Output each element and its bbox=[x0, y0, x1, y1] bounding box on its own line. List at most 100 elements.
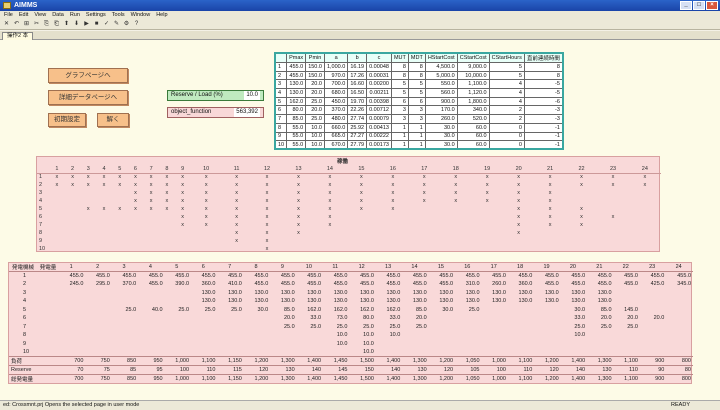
schedule-cell[interactable]: x bbox=[440, 189, 471, 197]
schedule-cell[interactable] bbox=[471, 229, 502, 237]
schedule-cell[interactable] bbox=[471, 205, 502, 213]
schedule-cell[interactable]: x bbox=[112, 181, 128, 189]
schedule-cell[interactable]: x bbox=[283, 229, 314, 237]
schedule-cell[interactable] bbox=[128, 221, 144, 229]
schedule-cell[interactable]: x bbox=[190, 181, 221, 189]
schedule-cell[interactable]: x bbox=[377, 205, 408, 213]
toolbar-icon[interactable]: ⬇ bbox=[73, 21, 80, 28]
toolbar-icon[interactable]: ▶ bbox=[83, 21, 90, 28]
toolbar-icon[interactable]: ⎘ bbox=[43, 21, 50, 28]
schedule-cell[interactable] bbox=[96, 197, 112, 205]
schedule-cell[interactable] bbox=[65, 245, 81, 253]
schedule-cell[interactable]: x bbox=[49, 173, 65, 181]
schedule-cell[interactable] bbox=[409, 221, 440, 229]
schedule-cell[interactable]: x bbox=[143, 205, 159, 213]
schedule-cell[interactable] bbox=[49, 205, 65, 213]
schedule-cell[interactable]: x bbox=[175, 213, 191, 221]
schedule-cell[interactable] bbox=[112, 237, 128, 245]
schedule-cell[interactable] bbox=[96, 213, 112, 221]
schedule-cell[interactable]: x bbox=[283, 181, 314, 189]
schedule-cell[interactable]: x bbox=[471, 189, 502, 197]
schedule-cell[interactable]: x bbox=[440, 181, 471, 189]
tab-page[interactable]: 操作2 本 bbox=[2, 32, 34, 40]
toolbar-icon[interactable]: ? bbox=[133, 21, 140, 28]
schedule-cell[interactable]: x bbox=[409, 173, 440, 181]
schedule-cell[interactable]: x bbox=[534, 197, 565, 205]
schedule-cell[interactable] bbox=[143, 229, 159, 237]
schedule-cell[interactable] bbox=[377, 237, 408, 245]
schedule-cell[interactable]: x bbox=[534, 173, 565, 181]
schedule-cell[interactable]: x bbox=[128, 181, 144, 189]
schedule-cell[interactable]: x bbox=[143, 197, 159, 205]
schedule-cell[interactable] bbox=[222, 245, 251, 253]
schedule-cell[interactable]: x bbox=[190, 213, 221, 221]
schedule-cell[interactable]: x bbox=[346, 173, 377, 181]
schedule-cell[interactable]: x bbox=[96, 181, 112, 189]
schedule-cell[interactable] bbox=[159, 229, 175, 237]
schedule-cell[interactable] bbox=[49, 197, 65, 205]
schedule-cell[interactable] bbox=[96, 221, 112, 229]
schedule-cell[interactable] bbox=[283, 237, 314, 245]
toolbar-icon[interactable]: ✎ bbox=[113, 21, 120, 28]
schedule-cell[interactable] bbox=[597, 229, 628, 237]
schedule-cell[interactable]: x bbox=[222, 237, 251, 245]
schedule-cell[interactable]: x bbox=[80, 181, 96, 189]
schedule-cell[interactable] bbox=[597, 237, 628, 245]
schedule-cell[interactable] bbox=[440, 237, 471, 245]
schedule-cell[interactable]: x bbox=[251, 237, 282, 245]
schedule-cell[interactable] bbox=[629, 205, 661, 213]
toolbar-icon[interactable]: ⬆ bbox=[63, 21, 70, 28]
schedule-cell[interactable] bbox=[377, 221, 408, 229]
schedule-cell[interactable] bbox=[112, 197, 128, 205]
schedule-cell[interactable] bbox=[346, 245, 377, 253]
schedule-cell[interactable] bbox=[65, 197, 81, 205]
schedule-cell[interactable]: x bbox=[128, 205, 144, 213]
schedule-cell[interactable] bbox=[65, 205, 81, 213]
schedule-cell[interactable] bbox=[346, 221, 377, 229]
schedule-cell[interactable]: x bbox=[597, 181, 628, 189]
schedule-cell[interactable]: x bbox=[65, 173, 81, 181]
schedule-cell[interactable]: x bbox=[251, 213, 282, 221]
schedule-cell[interactable] bbox=[629, 213, 661, 221]
toolbar-icon[interactable]: ✂ bbox=[33, 21, 40, 28]
schedule-cell[interactable]: x bbox=[409, 189, 440, 197]
schedule-cell[interactable]: x bbox=[314, 181, 345, 189]
schedule-cell[interactable]: x bbox=[409, 197, 440, 205]
schedule-cell[interactable] bbox=[112, 221, 128, 229]
minimize-button[interactable]: _ bbox=[680, 1, 692, 10]
schedule-cell[interactable] bbox=[65, 229, 81, 237]
menu-item[interactable]: Settings bbox=[86, 11, 106, 20]
schedule-cell[interactable] bbox=[377, 229, 408, 237]
schedule-cell[interactable]: x bbox=[566, 221, 597, 229]
menu-item[interactable]: Window bbox=[131, 11, 151, 20]
schedule-cell[interactable] bbox=[112, 189, 128, 197]
schedule-cell[interactable] bbox=[377, 213, 408, 221]
schedule-cell[interactable] bbox=[143, 237, 159, 245]
schedule-cell[interactable]: x bbox=[251, 181, 282, 189]
schedule-cell[interactable] bbox=[503, 245, 534, 253]
schedule-cell[interactable]: x bbox=[175, 197, 191, 205]
schedule-cell[interactable] bbox=[128, 237, 144, 245]
schedule-cell[interactable]: x bbox=[159, 173, 175, 181]
schedule-cell[interactable] bbox=[629, 197, 661, 205]
reserve-load-value[interactable]: 10.0 bbox=[244, 91, 260, 100]
schedule-cell[interactable]: x bbox=[143, 173, 159, 181]
menu-item[interactable]: Edit bbox=[19, 11, 28, 20]
schedule-cell[interactable] bbox=[159, 221, 175, 229]
schedule-cell[interactable]: x bbox=[377, 173, 408, 181]
schedule-cell[interactable]: x bbox=[175, 205, 191, 213]
schedule-cell[interactable]: x bbox=[534, 213, 565, 221]
schedule-cell[interactable]: x bbox=[377, 197, 408, 205]
schedule-cell[interactable]: x bbox=[629, 181, 661, 189]
schedule-cell[interactable]: x bbox=[283, 197, 314, 205]
schedule-cell[interactable]: x bbox=[566, 213, 597, 221]
schedule-cell[interactable]: x bbox=[251, 221, 282, 229]
schedule-cell[interactable] bbox=[128, 229, 144, 237]
schedule-cell[interactable]: x bbox=[251, 189, 282, 197]
schedule-cell[interactable] bbox=[409, 245, 440, 253]
schedule-cell[interactable] bbox=[159, 245, 175, 253]
schedule-cell[interactable]: x bbox=[503, 205, 534, 213]
schedule-cell[interactable] bbox=[96, 229, 112, 237]
schedule-cell[interactable]: x bbox=[222, 189, 251, 197]
schedule-cell[interactable] bbox=[409, 237, 440, 245]
